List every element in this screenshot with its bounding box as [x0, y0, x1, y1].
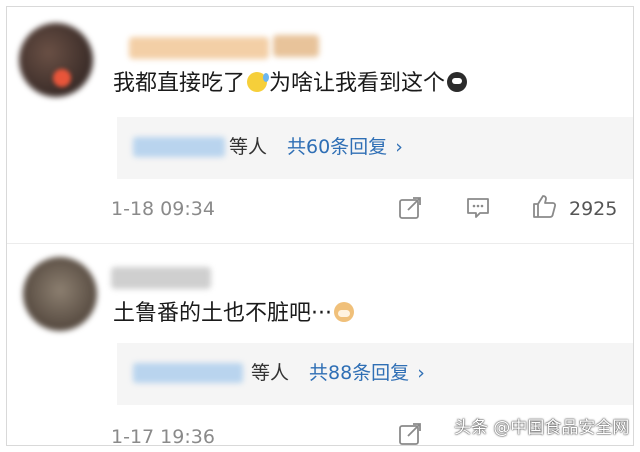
share-icon[interactable]	[397, 195, 423, 221]
avatar[interactable]	[19, 23, 93, 97]
comment-timestamp: 1-18 09:34	[111, 198, 215, 220]
like-icon[interactable]	[531, 193, 557, 219]
username-blurred[interactable]	[129, 37, 269, 59]
sweat-smile-emoji	[247, 72, 270, 92]
comment-list: 我都直接吃了 为啥让我看到这个 等人 共60条回复 › 1-18 09:34 292…	[6, 6, 634, 446]
watermark: 头条 @中国食品安全网	[454, 418, 630, 438]
avatar-badge	[53, 69, 71, 87]
replies-preview[interactable]: 等人 共60条回复 ›	[117, 117, 633, 179]
reply-count-link[interactable]: 共60条回复 ›	[287, 133, 403, 161]
share-icon[interactable]	[397, 421, 423, 446]
username-blurred[interactable]	[111, 267, 211, 289]
reply-users-suffix: 等人	[229, 136, 268, 158]
comment-timestamp: 1-17 19:36	[111, 426, 215, 446]
avatar[interactable]	[23, 257, 97, 331]
shocked-face-emoji	[447, 72, 468, 92]
comment-text: 我都直接吃了 为啥让我看到这个	[113, 69, 469, 99]
user-badge-blurred	[273, 35, 319, 57]
replies-preview[interactable]: 等人 共88条回复 ›	[117, 343, 633, 405]
reply-users-blurred	[133, 137, 225, 157]
comment-item: 我都直接吃了 为啥让我看到这个 等人 共60条回复 › 1-18 09:34 292…	[7, 7, 633, 243]
doge-emoji	[333, 302, 354, 322]
reply-count-link[interactable]: 共88条回复 ›	[309, 359, 425, 387]
chevron-right-icon: ›	[417, 362, 425, 384]
like-count: 2925	[569, 198, 618, 220]
comment-text: 土鲁番的土也不脏吧···	[113, 299, 356, 329]
comment-icon[interactable]	[465, 195, 491, 221]
reply-users-suffix: 等人	[251, 362, 290, 384]
chevron-right-icon: ›	[395, 136, 403, 158]
reply-users-blurred	[133, 363, 243, 383]
